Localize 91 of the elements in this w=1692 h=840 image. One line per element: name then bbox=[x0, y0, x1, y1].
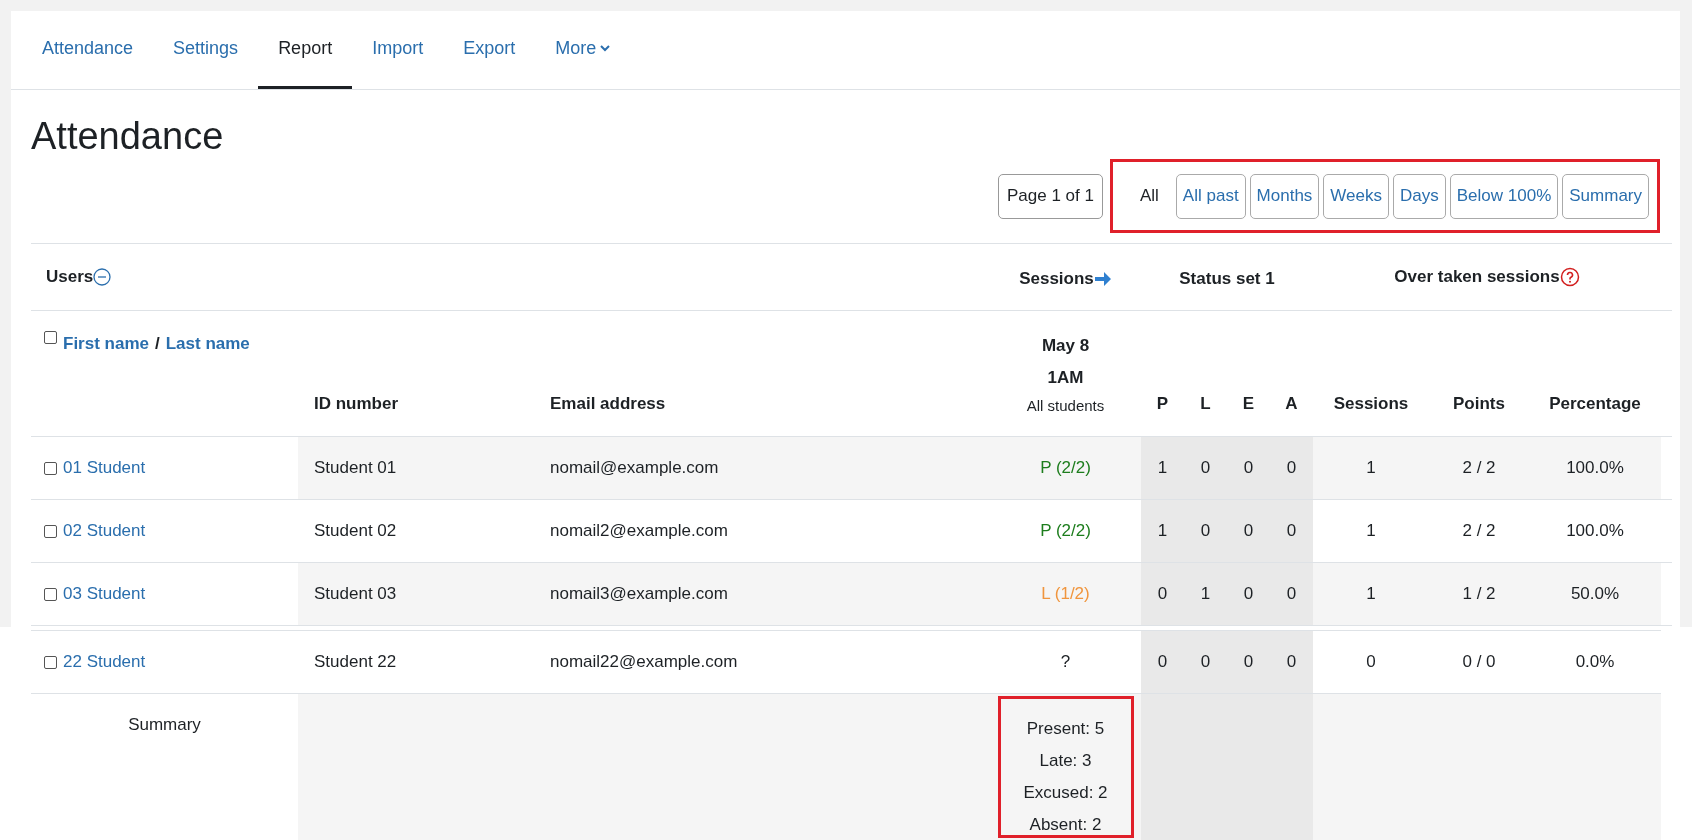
filter-button[interactable]: Below 100% bbox=[1449, 173, 1559, 219]
id-number: Student 01 bbox=[314, 457, 397, 480]
checkbox[interactable] bbox=[44, 655, 57, 669]
status-count: 0 bbox=[1200, 457, 1211, 480]
arrow-right-icon[interactable] bbox=[1093, 271, 1112, 287]
checkbox[interactable] bbox=[44, 524, 57, 538]
student-name-link[interactable]: 02 Student bbox=[63, 518, 146, 544]
summary-total: Excused: 2 bbox=[1023, 782, 1108, 804]
email-address: nomail22@example.com bbox=[550, 651, 738, 674]
help-icon[interactable] bbox=[1559, 267, 1580, 287]
points: 1 / 2 bbox=[1462, 583, 1496, 606]
collapse-icon[interactable] bbox=[93, 268, 112, 286]
status-count: 0 bbox=[1157, 583, 1168, 606]
column-group-header: Over taken sessions bbox=[1394, 266, 1560, 289]
summary-total: Absent: 2 bbox=[1029, 814, 1102, 836]
nav-tab[interactable]: Settings bbox=[153, 11, 259, 89]
status-count: 0 bbox=[1243, 457, 1254, 480]
student-name-link[interactable]: 01 Student bbox=[63, 455, 146, 481]
page-title: Attendance bbox=[31, 117, 225, 155]
nav-tab[interactable]: Report bbox=[258, 11, 353, 89]
student-name-link[interactable]: 22 Student bbox=[63, 649, 146, 675]
nav-tab[interactable]: Export bbox=[443, 11, 536, 89]
status-count: 0 bbox=[1286, 457, 1297, 480]
column-group-header: Sessions bbox=[1019, 268, 1094, 291]
percentage: 50.0% bbox=[1570, 583, 1620, 606]
column-header: E bbox=[1242, 392, 1255, 415]
pagination-button[interactable]: Page 1 of 1 bbox=[998, 173, 1103, 219]
email-address: nomail3@example.com bbox=[550, 583, 728, 606]
filter-button[interactable]: All past bbox=[1175, 173, 1246, 219]
summary-label: Summary bbox=[128, 714, 201, 736]
status-count: 1 bbox=[1157, 520, 1168, 543]
session-status: L (1/2) bbox=[1041, 583, 1090, 606]
status-count: 0 bbox=[1286, 583, 1297, 606]
filter-button[interactable]: Days bbox=[1393, 173, 1446, 219]
column-header: Points bbox=[1453, 392, 1505, 415]
id-number: Student 03 bbox=[314, 583, 397, 606]
status-count: 0 bbox=[1200, 520, 1211, 543]
nav-tab[interactable]: Import bbox=[352, 11, 444, 89]
nav-tab[interactable]: More bbox=[535, 11, 631, 89]
status-count: 0 bbox=[1286, 651, 1297, 674]
sessions-count: 1 bbox=[1366, 457, 1376, 480]
checkbox[interactable] bbox=[44, 587, 57, 601]
sessions-count: 1 bbox=[1366, 520, 1376, 543]
summary-total: Late: 3 bbox=[1039, 750, 1092, 772]
column-header: P bbox=[1156, 392, 1169, 415]
points: 2 / 2 bbox=[1462, 520, 1496, 543]
id-number: Student 22 bbox=[314, 651, 397, 674]
filter-button[interactable]: Weeks bbox=[1323, 173, 1389, 219]
filter-button[interactable]: All bbox=[1132, 173, 1166, 219]
percentage: 100.0% bbox=[1566, 457, 1624, 480]
status-count: 0 bbox=[1157, 651, 1168, 674]
filter-button[interactable]: Summary bbox=[1562, 173, 1649, 219]
points: 0 / 0 bbox=[1462, 651, 1496, 674]
sessions-count: 1 bbox=[1366, 583, 1376, 606]
nav-tab[interactable]: Attendance bbox=[22, 11, 154, 89]
column-header: Sessions bbox=[1333, 392, 1409, 415]
summary-total: Present: 5 bbox=[1026, 718, 1105, 740]
status-count: 0 bbox=[1243, 651, 1254, 674]
student-name-link[interactable]: 03 Student bbox=[63, 581, 146, 607]
id-number: Student 02 bbox=[314, 520, 397, 543]
sort-first-name-link[interactable]: First name bbox=[63, 331, 149, 357]
session-status: P (2/2) bbox=[1040, 520, 1091, 543]
session-status: P (2/2) bbox=[1040, 457, 1091, 480]
column-header: Percentage bbox=[1549, 392, 1641, 415]
email-address: nomail@example.com bbox=[550, 457, 719, 480]
column-group-header: Users bbox=[46, 266, 94, 289]
checkbox[interactable] bbox=[44, 461, 57, 475]
email-address: nomail2@example.com bbox=[550, 520, 728, 543]
percentage: 100.0% bbox=[1566, 520, 1624, 543]
status-count: 1 bbox=[1200, 583, 1211, 606]
column-header: ID number bbox=[314, 392, 399, 415]
column-header: Email address bbox=[550, 392, 666, 415]
status-count: 1 bbox=[1157, 457, 1168, 480]
session-status: ? bbox=[1060, 651, 1071, 674]
name-separator: / bbox=[155, 333, 160, 355]
session-time: 1AM bbox=[1047, 367, 1084, 389]
sessions-count: 0 bbox=[1366, 651, 1376, 674]
session-date: May 8 bbox=[1041, 335, 1090, 357]
column-group-header: Status set 1 bbox=[1179, 268, 1275, 291]
column-header: A bbox=[1285, 392, 1298, 415]
status-count: 0 bbox=[1243, 520, 1254, 543]
checkbox[interactable] bbox=[44, 331, 57, 344]
filter-button[interactable]: Months bbox=[1249, 173, 1320, 219]
column-header: L bbox=[1200, 392, 1211, 415]
status-count: 0 bbox=[1286, 520, 1297, 543]
status-count: 0 bbox=[1243, 583, 1254, 606]
status-count: 0 bbox=[1200, 651, 1211, 674]
percentage: 0.0% bbox=[1575, 651, 1615, 674]
sort-last-name-link[interactable]: Last name bbox=[165, 331, 250, 357]
points: 2 / 2 bbox=[1462, 457, 1496, 480]
session-group: All students bbox=[1026, 394, 1105, 418]
